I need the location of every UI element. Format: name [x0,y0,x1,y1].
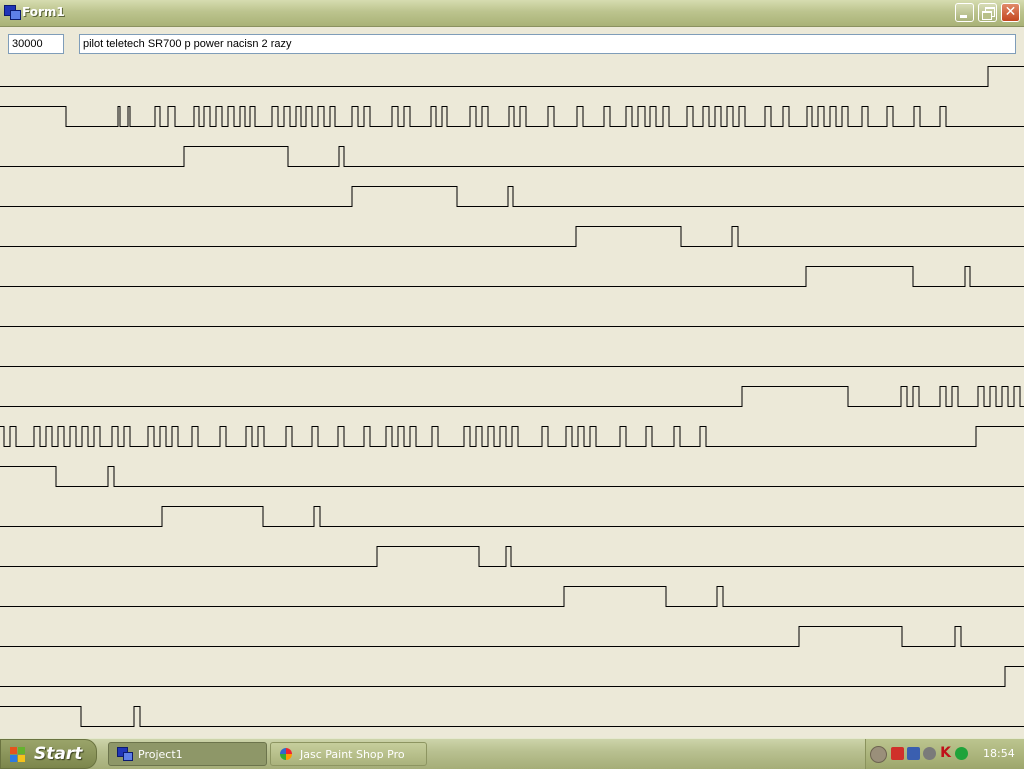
close-button[interactable]: ✕ [1001,3,1020,22]
signal-trace-2 [0,106,1024,127]
antivirus-icon[interactable]: K [939,746,952,760]
restore-button[interactable] [978,3,997,22]
signal-trace-16 [0,666,1024,687]
signal-trace-1 [0,66,1024,87]
start-button[interactable]: Start [0,739,97,769]
interval-input[interactable] [8,34,64,54]
signal-trace-15 [0,626,1024,647]
signal-trace-5 [0,226,1024,247]
signal-trace-6 [0,266,1024,287]
signal-trace-14 [0,586,1024,607]
form-app-icon [4,5,21,20]
signal-trace-17 [0,706,1024,727]
signal-trace-3 [0,146,1024,167]
signal-plot-area [0,66,1024,727]
signal-trace-10 [0,426,1024,447]
clock: 18:54 [983,747,1015,760]
taskbar-item-label: Jasc Paint Shop Pro [300,748,405,761]
taskbar-item-paint-shop-pro[interactable]: Jasc Paint Shop Pro [270,742,427,766]
minimize-button[interactable] [955,3,974,22]
window-title: Form1 [22,5,65,19]
paint-shop-pro-icon [279,747,295,761]
start-label: Start [34,744,83,764]
minimize-icon [960,15,967,18]
taskbar-item-project1[interactable]: Project1 [108,742,267,766]
show-hidden-icons-icon[interactable] [870,746,887,763]
signal-trace-4 [0,186,1024,207]
taskbar: Start Project1 Jasc Paint Shop Pro K 18:… [0,738,1024,769]
description-input[interactable] [79,34,1016,54]
taskbar-item-label: Project1 [138,748,183,761]
signal-trace-11 [0,466,1024,487]
close-icon: ✕ [1004,4,1017,20]
windows-logo-icon [10,747,26,763]
signal-trace-13 [0,546,1024,567]
signal-trace-12 [0,506,1024,527]
system-tray: K 18:54 [865,739,1024,769]
form-app-icon [117,747,133,761]
signal-trace-9 [0,386,1024,407]
volume-icon[interactable] [923,747,936,760]
update-icon[interactable] [955,747,968,760]
network-icon[interactable] [907,747,920,760]
rss-feed-icon[interactable] [891,747,904,760]
title-bar[interactable]: Form1 ✕ [0,0,1024,27]
